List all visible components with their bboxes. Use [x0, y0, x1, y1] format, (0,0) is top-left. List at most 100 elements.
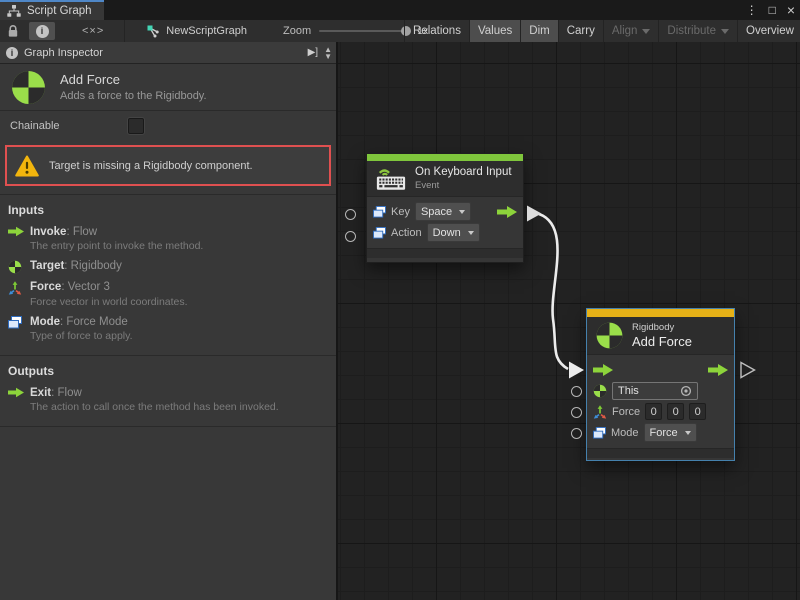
action-port-label: Action — [391, 227, 422, 239]
info-icon: i — [6, 47, 18, 59]
graph-icon — [147, 25, 160, 38]
inspector-header: i Graph Inspector ▶] ▲ ▼ — [0, 42, 336, 64]
inspector-toggle-button[interactable]: i — [29, 22, 55, 40]
chevron-down-icon — [459, 210, 465, 214]
outputs-title: Outputs — [0, 361, 336, 384]
target-object-field[interactable]: This — [612, 382, 698, 400]
chainable-checkbox[interactable] — [128, 118, 144, 134]
hierarchy-icon — [7, 5, 21, 17]
tab-title: Script Graph — [27, 5, 92, 17]
dim-button[interactable]: Dim — [520, 20, 557, 42]
values-button[interactable]: Values — [469, 20, 520, 42]
carry-button[interactable]: Carry — [558, 20, 603, 42]
list-item: Mode: Force Mode Type of force to apply. — [0, 313, 336, 347]
node-body: This Force 0 0 — [587, 354, 734, 445]
node-subtitle: Event — [415, 180, 512, 191]
tab-script-graph[interactable]: Script Graph — [0, 0, 104, 20]
distribute-button[interactable]: Distribute — [658, 20, 737, 42]
node-header: On Keyboard Input Event — [367, 161, 523, 196]
script-graph-window: Script Graph ⋮ □ × i <×> — [0, 0, 800, 600]
object-picker-icon[interactable] — [680, 385, 692, 397]
inspector-title: Graph Inspector — [24, 47, 302, 59]
flow-icon — [8, 386, 30, 398]
vector3-icon — [593, 405, 607, 419]
mode-dropdown[interactable]: Force — [644, 423, 697, 442]
chainable-row: Chainable — [0, 111, 336, 141]
flow-in-port-triangle — [569, 362, 584, 379]
flow-icon — [8, 225, 30, 237]
warning-icon — [15, 155, 39, 177]
node-title: On Keyboard Input — [415, 166, 512, 178]
warning-text: Target is missing a Rigidbody component. — [49, 160, 253, 172]
force-input-port[interactable] — [571, 407, 582, 418]
outputs-section: Outputs Exit: Flow The action to call on… — [0, 355, 336, 426]
toolbar-separator — [124, 20, 125, 42]
list-item: Exit: Flow The action to call once the m… — [0, 384, 336, 418]
mode-input-port[interactable] — [571, 428, 582, 439]
node-footer — [367, 248, 523, 258]
force-port-label: Force — [612, 406, 640, 418]
inputs-section: Inputs Invoke: Flow The entry point to i… — [0, 194, 336, 355]
window-menu-icon[interactable]: ⋮ — [746, 0, 758, 20]
maximize-icon[interactable]: □ — [769, 0, 776, 20]
rigidbody-icon — [595, 321, 624, 350]
graph-inspector-panel: i Graph Inspector ▶] ▲ ▼ Add Force Adds … — [0, 42, 338, 600]
action-dropdown[interactable]: Down — [427, 223, 480, 242]
target-input-port[interactable] — [571, 386, 582, 397]
list-item: Target: Rigidbody — [0, 257, 336, 278]
enum-icon — [593, 427, 606, 439]
enum-icon — [8, 315, 30, 329]
flow-output-arrow-icon[interactable] — [497, 206, 517, 218]
graph-toolbar: i <×> NewScriptGraph Zoom 1x Relations V… — [0, 20, 800, 43]
key-port-label: Key — [391, 206, 410, 218]
force-z-field[interactable]: 0 — [689, 403, 706, 420]
mode-port-label: Mode — [611, 427, 639, 439]
node-title: Add Force — [632, 334, 692, 349]
key-dropdown[interactable]: Space — [415, 202, 471, 221]
warning-box: Target is missing a Rigidbody component. — [5, 145, 331, 186]
flow-out-port-triangle — [527, 206, 542, 222]
graph-breadcrumb[interactable]: NewScriptGraph — [147, 25, 247, 38]
code-preview-icon[interactable]: <×> — [82, 25, 104, 37]
enum-icon — [373, 227, 386, 239]
info-icon: i — [36, 25, 49, 38]
lock-icon[interactable] — [7, 24, 19, 38]
close-icon[interactable]: × — [787, 0, 795, 20]
graph-canvas[interactable]: On Keyboard Input Event Key Space — [338, 42, 800, 600]
zoom-label: Zoom — [283, 25, 311, 37]
flow-output-arrow-icon[interactable] — [708, 364, 728, 376]
scroll-down-icon[interactable]: ▼ — [324, 53, 332, 60]
node-footer — [587, 448, 734, 458]
flow-exit-port-triangle — [741, 363, 755, 378]
chainable-label: Chainable — [10, 120, 60, 132]
dock-icon[interactable]: ▶] — [308, 47, 318, 58]
flow-input-arrow-icon[interactable] — [593, 364, 613, 376]
chevron-down-icon — [685, 431, 691, 435]
zoom-slider[interactable] — [319, 30, 411, 32]
inputs-title: Inputs — [0, 200, 336, 223]
rigidbody-icon — [593, 384, 607, 398]
inspector-empty-area — [0, 426, 336, 600]
overview-button[interactable]: Overview — [737, 20, 800, 42]
list-item: Invoke: Flow The entry point to invoke t… — [0, 223, 336, 257]
graph-name: NewScriptGraph — [166, 25, 247, 37]
unit-title: Add Force — [60, 72, 207, 87]
vector3-icon — [8, 280, 30, 295]
unit-description: Adds a force to the Rigidbody. — [60, 90, 207, 102]
node-body: Key Space Action Down — [367, 196, 523, 245]
node-kicker: Rigidbody — [632, 322, 692, 333]
action-input-port[interactable] — [345, 231, 356, 242]
relations-button[interactable]: Relations — [404, 20, 469, 42]
keyboard-icon — [375, 166, 407, 191]
key-input-port[interactable] — [345, 209, 356, 220]
force-y-field[interactable]: 0 — [667, 403, 684, 420]
force-x-field[interactable]: 0 — [645, 403, 662, 420]
node-on-keyboard-input[interactable]: On Keyboard Input Event Key Space — [366, 153, 524, 263]
chevron-down-icon — [642, 29, 650, 34]
node-add-force[interactable]: Rigidbody Add Force — [586, 308, 735, 461]
chevron-down-icon — [721, 29, 729, 34]
tab-bar: Script Graph ⋮ □ × — [0, 0, 800, 20]
align-button[interactable]: Align — [603, 20, 659, 42]
enum-icon — [373, 206, 386, 218]
node-header: Rigidbody Add Force — [587, 317, 734, 354]
